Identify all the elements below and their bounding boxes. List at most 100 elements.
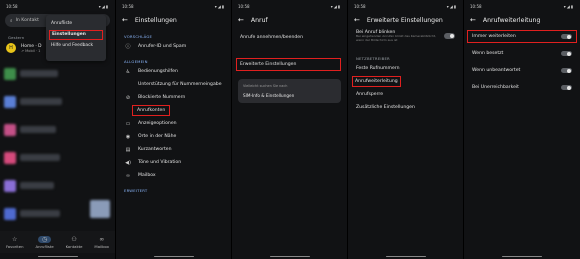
settings-item-mailbox[interactable]: ∞ Mailbox [116,169,231,182]
settings-item-anrufkonten[interactable]: Anrufkonten [116,104,231,117]
page-title: Erweiterte Einstellungen [366,16,443,24]
overflow-menu: Anrufliste Einstellungen Hilfe und Feedb… [46,15,106,61]
nav-favoriten[interactable]: ☆ Favoriten [6,236,24,249]
status-icons: ▾◢▮ [446,3,457,9]
status-icons: ▾◢▮ [214,3,225,9]
page-title: Anruf [250,16,268,24]
status-time: 10:58 [122,3,134,9]
settings-item-anzeigeoptionen[interactable]: ▭ Anzeigeoptionen [116,117,231,130]
section-header-allgemein: ALLGEMEIN [124,58,148,64]
advanced-settings-panel: 10:58 ▾◢▮ ← Erweiterte Einstellungen Bei A… [348,0,464,259]
immer-toggle[interactable] [561,33,572,40]
blurred-contact-row [20,154,60,161]
voicemail-icon: ∞ [125,172,131,179]
blurred-contact-avatar [4,208,16,220]
settings-item-toene[interactable]: ◀) Töne und Vibration [116,156,231,169]
blurred-contact-photo [90,200,110,218]
unerreichbar-toggle[interactable] [561,84,572,91]
nav-kontakte[interactable]: ⚇ Kontakte [66,236,83,249]
settings-item-anrufe-annehmen[interactable]: Anrufe annehmen/beenden [232,31,347,44]
back-arrow-icon[interactable]: ← [122,16,128,24]
star-icon: ☆ [12,235,18,243]
accessibility-icon: ♿ [125,68,131,75]
item-label: Anrufsperre [356,92,384,97]
speaker-icon: ◀) [125,159,131,166]
blurred-contact-avatar [4,180,16,192]
status-icons: ▾◢▮ [563,3,574,9]
contact-name: Home · D [21,43,42,49]
item-label: Anrufweiterleitung [352,76,401,87]
nav-anrufliste[interactable]: ◷ Anrufliste [35,235,54,249]
item-label: Mailbox [138,173,156,178]
nav-label: Mailbox [94,243,109,249]
message-icon: ▤ [125,146,131,153]
settings-item-erweiterte[interactable]: Erweiterte Einstellungen [236,58,341,71]
settings-item-bedienungshilfen[interactable]: ♿ Bedienungshilfen [116,65,231,78]
gesture-handle [502,255,542,257]
status-bar: 10:58 ▾◢▮ [0,0,115,12]
item-label: Wenn besetzt [472,51,504,56]
clock-icon: ◷ [37,235,52,243]
section-header-erweitert: ERWEITERT [124,187,148,193]
settings-item-nummerneingabe[interactable]: Unterstützung für Nummerneingabe [116,78,231,91]
block-icon: ⊘ [125,94,131,101]
contact-sub: ↗ Mobil · 1 [21,48,41,53]
item-label: Feste Rufnummern [356,66,400,71]
menu-item-hilfe-feedback[interactable]: Hilfe und Feedback [46,40,106,51]
item-label: Bei Unerreichbarkeit [472,85,519,90]
back-arrow-icon[interactable]: ← [354,16,360,24]
bottom-navigation: ☆ Favoriten ◷ Anrufliste ⚇ Kontakte ∞ Mailbo… [0,231,115,253]
blurred-contact-row [20,126,56,133]
item-label: Töne und Vibration [138,160,182,165]
sim-info-link[interactable]: SIM-Info & Einstellungen [243,93,336,98]
status-bar: 10:58 ▾◢▮ [348,0,463,12]
settings-item-anrufweiterleitung[interactable]: Anrufweiterleitung [348,75,463,88]
page-title: Einstellungen [134,16,177,24]
besetzt-toggle[interactable] [561,50,572,57]
blurred-contact-avatar [4,152,16,164]
back-arrow-icon[interactable]: ← [470,16,476,24]
status-time: 10:58 [470,3,482,9]
item-label: Immer weiterleiten [472,34,516,39]
nav-label: Anrufliste [35,243,54,249]
settings-item-feste-rufnummern[interactable]: Feste Rufnummern [348,62,463,75]
phone-call-log-panel: 10:58 ▾◢▮ ⌕ In Kontakt Gestern H Home · D ↗… [0,0,116,259]
forward-item-immer[interactable]: Immer weiterleiten [467,30,577,43]
blurred-contact-row [20,210,60,217]
people-icon: ⚇ [71,235,77,243]
settings-item-anrufsperre[interactable]: Anrufsperre [348,88,463,101]
settings-item-kurzantworten[interactable]: ▤ Kurzantworten [116,143,231,156]
voicemail-icon: ∞ [99,235,105,243]
item-label: Anrufkonten [132,105,171,116]
suggestion-card: Vielleicht suchen Sie nach SIM-Info & Ei… [238,79,341,103]
settings-item-caller-id[interactable]: ⓘ Anrufer-ID und Spam [116,40,231,53]
forward-item-unerreichbar[interactable]: Bei Unerreichbarkeit [464,81,580,94]
status-icons: ▾◢▮ [330,3,341,9]
search-input[interactable]: In Kontakt [16,18,39,23]
search-icon: ⌕ [10,18,13,24]
item-label: Bedienungshilfen [138,69,178,74]
settings-item-blockierte-nummern[interactable]: ⊘ Blockierte Nummern [116,91,231,104]
nav-mailbox[interactable]: ∞ Mailbox [94,236,109,249]
item-label: Unterstützung für Nummerneingabe [138,82,222,87]
page-title: Anrufweiterleitung [482,16,541,24]
nav-label: Kontakte [65,243,83,249]
flash-toggle[interactable] [444,33,455,39]
menu-item-anrufliste[interactable]: Anrufliste [46,19,106,30]
forward-item-besetzt[interactable]: Wenn besetzt [464,47,580,60]
settings-item-zusaetzliche[interactable]: Zusätzliche Einstellungen [348,101,463,114]
status-bar: 10:58 ▾◢▮ [232,0,347,12]
menu-item-einstellungen[interactable]: Einstellungen [49,30,103,40]
blurred-contact-avatar [4,124,16,136]
settings-item-orte[interactable]: ◉ Orte in der Nähe [116,130,231,143]
avatar: H [6,43,16,53]
unbeantwortet-toggle[interactable] [561,67,572,74]
settings-item-bei-anruf-blinken[interactable]: Bei Anruf blinken Bei eingehenden Anrufe… [348,28,463,48]
call-forwarding-panel: 10:58 ▾◢▮ ← Anrufweiterleitung Immer weite… [464,0,580,259]
settings-panel: 10:58 ▾◢▮ ← Einstellungen VORSCHLÄGE ⓘ Anru… [116,0,232,259]
back-arrow-icon[interactable]: ← [238,16,244,24]
blurred-contact-row [20,182,54,189]
status-time: 10:58 [6,3,18,9]
forward-item-unbeantwortet[interactable]: Wenn unbeantwortet [464,64,580,77]
blurred-contact-row [20,98,62,105]
